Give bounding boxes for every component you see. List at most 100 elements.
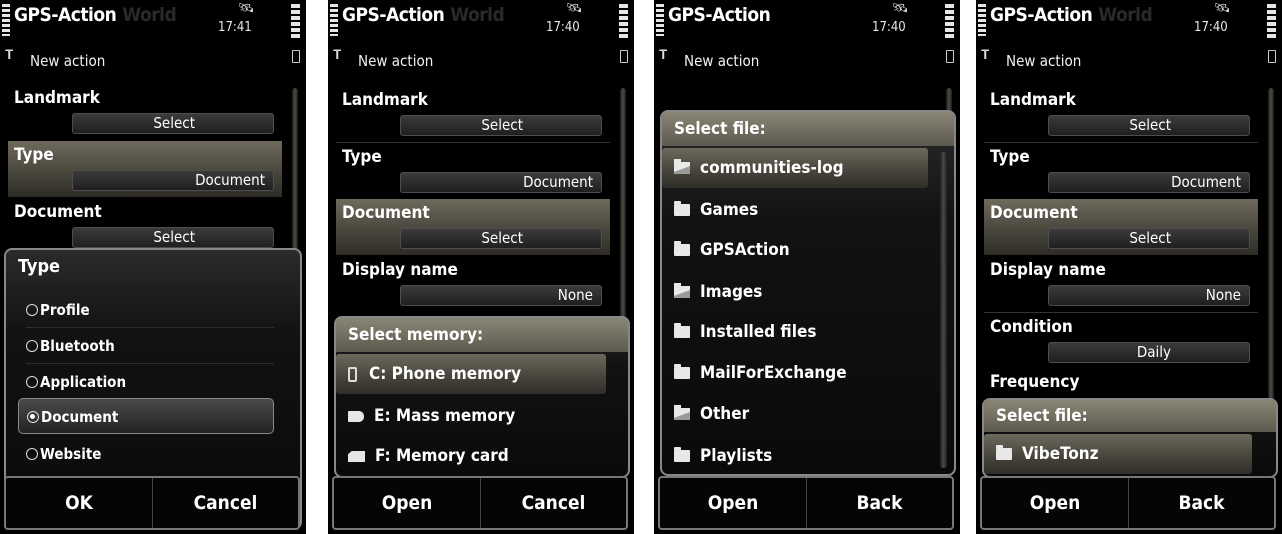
dialog-scrollbar[interactable]: [940, 152, 947, 468]
form-row-landmark[interactable]: Landmark Select: [984, 86, 1258, 142]
item-label: Games: [700, 200, 759, 220]
view-subtitle: New action: [30, 52, 106, 70]
form-row-condition[interactable]: Condition Daily: [984, 313, 1258, 369]
back-button[interactable]: Back: [806, 478, 952, 528]
option-label: Document: [41, 408, 119, 426]
form-row-type[interactable]: Type Document: [8, 141, 282, 197]
radio-icon: [26, 448, 38, 460]
form-row-type[interactable]: Type Document: [336, 143, 610, 199]
item-label: Images: [700, 282, 763, 302]
satellite-icon: 🛰: [1214, 1, 1231, 16]
file-item-games[interactable]: Games: [662, 190, 928, 230]
item-label: MailForExchange: [700, 363, 847, 383]
field-label: Condition: [990, 317, 1073, 337]
open-button[interactable]: Open: [660, 478, 806, 528]
phone-screen-select-file-vibetonz: GPS-Action World 🛰 17:40 𝚻 New action Lan…: [976, 0, 1282, 534]
radio-option-website[interactable]: Website: [26, 436, 274, 472]
battery-icon: [1268, 50, 1276, 63]
softkey-bar: Open Cancel: [332, 476, 628, 530]
radio-icon: [26, 304, 38, 316]
radio-option-bluetooth[interactable]: Bluetooth: [26, 328, 274, 364]
landmark-select-field[interactable]: Select: [1048, 115, 1250, 136]
file-item-gpsaction[interactable]: GPSAction: [662, 230, 928, 270]
folder-icon: [674, 447, 690, 462]
antenna-icon: 𝚻: [659, 48, 668, 63]
folder-icon: [674, 364, 690, 379]
cancel-button[interactable]: Cancel: [480, 478, 626, 528]
folder-icon: [996, 445, 1012, 460]
type-select-field[interactable]: Document: [1048, 172, 1250, 193]
radio-option-document[interactable]: Document: [18, 398, 274, 434]
file-item-other[interactable]: Other: [662, 394, 928, 434]
file-item-installed-files[interactable]: Installed files: [662, 312, 928, 352]
item-label: GPSAction: [700, 240, 790, 260]
field-label: Landmark: [342, 90, 428, 110]
softkey-bar: Open Back: [980, 476, 1276, 530]
form-row-type[interactable]: Type Document: [984, 143, 1258, 199]
battery-level-icon: [1267, 4, 1276, 38]
field-label: Document: [14, 202, 102, 222]
landmark-select-field[interactable]: Select: [400, 115, 602, 136]
clock: 17:40: [546, 20, 580, 35]
signal-strength-icon: [2, 4, 10, 36]
form-row-document[interactable]: Document Select: [8, 198, 282, 254]
memory-item-card[interactable]: F: Memory card: [336, 436, 606, 476]
dialog-title: Select file:: [984, 400, 1276, 432]
condition-field[interactable]: Daily: [1048, 342, 1250, 363]
type-select-field[interactable]: Document: [72, 170, 274, 191]
item-label: C: Phone memory: [369, 364, 522, 384]
memory-card-icon: [348, 451, 365, 462]
memory-item-mass[interactable]: E: Mass memory: [336, 396, 606, 436]
dialog-title: Type: [18, 256, 61, 277]
battery-level-icon: [291, 4, 300, 38]
folder-icon: [674, 323, 690, 338]
app-title: GPS-Action World: [990, 4, 1153, 26]
radio-selected-icon: [27, 411, 39, 423]
form-row-document[interactable]: Document Select: [984, 199, 1258, 255]
form-row-frequency[interactable]: Frequency: [984, 368, 1258, 398]
document-select-field[interactable]: Select: [1048, 228, 1250, 249]
clock: 17:40: [872, 20, 906, 35]
file-item-vibetonz[interactable]: VibeTonz: [984, 434, 1252, 474]
ok-button[interactable]: OK: [6, 478, 152, 528]
file-item-images[interactable]: Images: [662, 272, 928, 312]
memory-item-phone[interactable]: C: Phone memory: [336, 354, 606, 394]
field-label: Display name: [990, 260, 1106, 280]
radio-icon: [26, 340, 38, 352]
select-file-dialog: Select file: communities-log Games GPSAc…: [660, 110, 956, 476]
open-button[interactable]: Open: [334, 478, 480, 528]
document-select-field[interactable]: Select: [400, 228, 602, 249]
document-select-field[interactable]: Select: [72, 227, 274, 248]
open-button[interactable]: Open: [982, 478, 1128, 528]
landmark-select-field[interactable]: Select: [72, 113, 274, 134]
file-item-communities-log[interactable]: communities-log: [662, 148, 928, 188]
phone-screen-select-memory: GPS-Action World 🛰 17:40 𝚻 New action Lan…: [328, 0, 634, 534]
radio-option-profile[interactable]: Profile: [26, 292, 274, 328]
select-file-dialog: Select file: VibeTonz: [982, 398, 1278, 478]
form-row-display-name[interactable]: Display name None: [336, 256, 610, 312]
type-select-field[interactable]: Document: [400, 172, 602, 193]
form-row-landmark[interactable]: Landmark Select: [336, 86, 610, 142]
antenna-icon: 𝚻: [981, 48, 990, 63]
item-label: Playlists: [700, 446, 773, 466]
folder-icon: [674, 241, 690, 256]
field-label: Type: [14, 145, 54, 165]
option-label: Bluetooth: [40, 337, 115, 355]
select-memory-dialog: Select memory: C: Phone memory E: Mass m…: [334, 316, 630, 478]
clock: 17:40: [1194, 20, 1228, 35]
radio-option-application[interactable]: Application: [26, 364, 274, 400]
back-button[interactable]: Back: [1128, 478, 1274, 528]
phone-screen-type-dialog: GPS-Action World 🛰 17:41 𝚻 New action Lan…: [0, 0, 306, 534]
radio-icon: [26, 376, 38, 388]
file-item-mailforexchange[interactable]: MailForExchange: [662, 353, 928, 393]
item-label: Installed files: [700, 322, 817, 342]
display-name-field[interactable]: None: [400, 285, 602, 306]
form-row-landmark[interactable]: Landmark Select: [8, 84, 282, 140]
cancel-button[interactable]: Cancel: [152, 478, 298, 528]
display-name-field[interactable]: None: [1048, 285, 1250, 306]
file-item-playlists[interactable]: Playlists: [662, 436, 928, 474]
form-row-display-name[interactable]: Display name None: [984, 256, 1258, 312]
form-row-document[interactable]: Document Select: [336, 199, 610, 255]
item-label: VibeTonz: [1022, 444, 1099, 464]
battery-level-icon: [945, 4, 954, 38]
